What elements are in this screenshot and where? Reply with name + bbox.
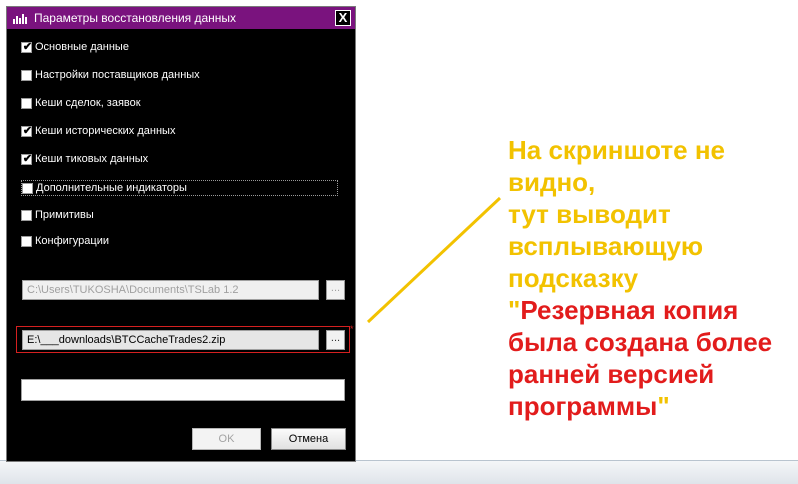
background-window-strip bbox=[0, 460, 798, 484]
option-primitives[interactable]: Примитивы bbox=[21, 207, 94, 223]
check-mark-icon: ✔ bbox=[22, 152, 33, 165]
checkbox[interactable]: ✔ bbox=[21, 40, 33, 53]
option-label: Кеши исторических данных bbox=[35, 125, 176, 137]
target-folder-field[interactable]: C:\Users\TUKOSHA\Documents\TSLab 1.2 bbox=[22, 280, 319, 300]
option-label: Конфигурации bbox=[35, 235, 110, 247]
dialog-title: Параметры восстановления данных bbox=[34, 11, 237, 25]
annotation-line: подсказку bbox=[508, 263, 639, 293]
check-mark-icon: ✔ bbox=[22, 40, 33, 53]
option-label: Примитивы bbox=[35, 209, 94, 221]
option-label: Настройки поставщиков данных bbox=[35, 69, 200, 81]
option-tick-cache[interactable]: ✔ Кеши тиковых данных bbox=[21, 151, 148, 167]
option-trades-orders-cache[interactable]: Кеши сделок, заявок bbox=[21, 95, 141, 111]
status-field[interactable] bbox=[21, 379, 345, 401]
annotation-quote-line: ранней версией bbox=[508, 359, 715, 389]
annotation-line: тут выводит bbox=[508, 199, 671, 229]
annotation-line: На скриншоте не bbox=[508, 135, 725, 165]
error-marker: * bbox=[350, 324, 354, 334]
option-label: Дополнительные индикаторы bbox=[36, 182, 187, 194]
option-label: Кеши тиковых данных bbox=[35, 153, 149, 165]
option-label: Кеши сделок, заявок bbox=[35, 97, 141, 109]
annotation-quote-line: "Резервная копия bbox=[508, 294, 798, 326]
chart-bars-icon bbox=[13, 14, 27, 24]
target-folder-browse-button[interactable]: ... bbox=[326, 280, 345, 300]
quote-open: " bbox=[508, 295, 521, 325]
quote-text: программы bbox=[508, 391, 658, 421]
option-history-cache[interactable]: ✔ Кеши исторических данных bbox=[21, 123, 175, 139]
close-button[interactable]: X bbox=[335, 10, 351, 26]
annotation-quote-line: программы" bbox=[508, 390, 798, 422]
option-main-data[interactable]: ✔ Основные данные bbox=[21, 39, 129, 55]
option-extra-indicators[interactable]: Дополнительные индикаторы bbox=[21, 180, 338, 196]
checkbox[interactable] bbox=[22, 182, 33, 194]
checkbox[interactable] bbox=[21, 209, 32, 221]
checkbox[interactable] bbox=[21, 97, 32, 109]
close-icon: X bbox=[338, 10, 348, 25]
quote-text: Резервная копия bbox=[520, 295, 739, 325]
backup-file-browse-button[interactable]: ... bbox=[326, 330, 345, 350]
backup-file-field[interactable]: E:\___downloads\BTCCacheTrades2.zip bbox=[22, 330, 319, 350]
checkbox[interactable] bbox=[21, 235, 32, 247]
option-label: Основные данные bbox=[35, 41, 129, 53]
annotation-line: видно, bbox=[508, 167, 596, 197]
check-mark-icon: ✔ bbox=[22, 124, 33, 137]
option-configurations[interactable]: Конфигурации bbox=[21, 233, 109, 249]
titlebar: Параметры восстановления данных X bbox=[7, 7, 355, 29]
option-data-providers[interactable]: Настройки поставщиков данных bbox=[21, 67, 200, 83]
ok-button[interactable]: OK bbox=[192, 428, 261, 450]
annotation-line: всплывающую bbox=[508, 231, 704, 261]
quote-close: " bbox=[657, 391, 670, 421]
checkbox[interactable] bbox=[21, 69, 32, 81]
cancel-button[interactable]: Отмена bbox=[271, 428, 346, 450]
checkbox[interactable]: ✔ bbox=[21, 124, 33, 137]
annotation-quote-line: была создана более bbox=[508, 327, 773, 357]
annotation-note: На скриншоте не видно, тут выводит всплы… bbox=[508, 134, 798, 422]
checkbox[interactable]: ✔ bbox=[21, 152, 33, 165]
restore-settings-dialog: Параметры восстановления данных X ✔ Осно… bbox=[6, 6, 356, 462]
